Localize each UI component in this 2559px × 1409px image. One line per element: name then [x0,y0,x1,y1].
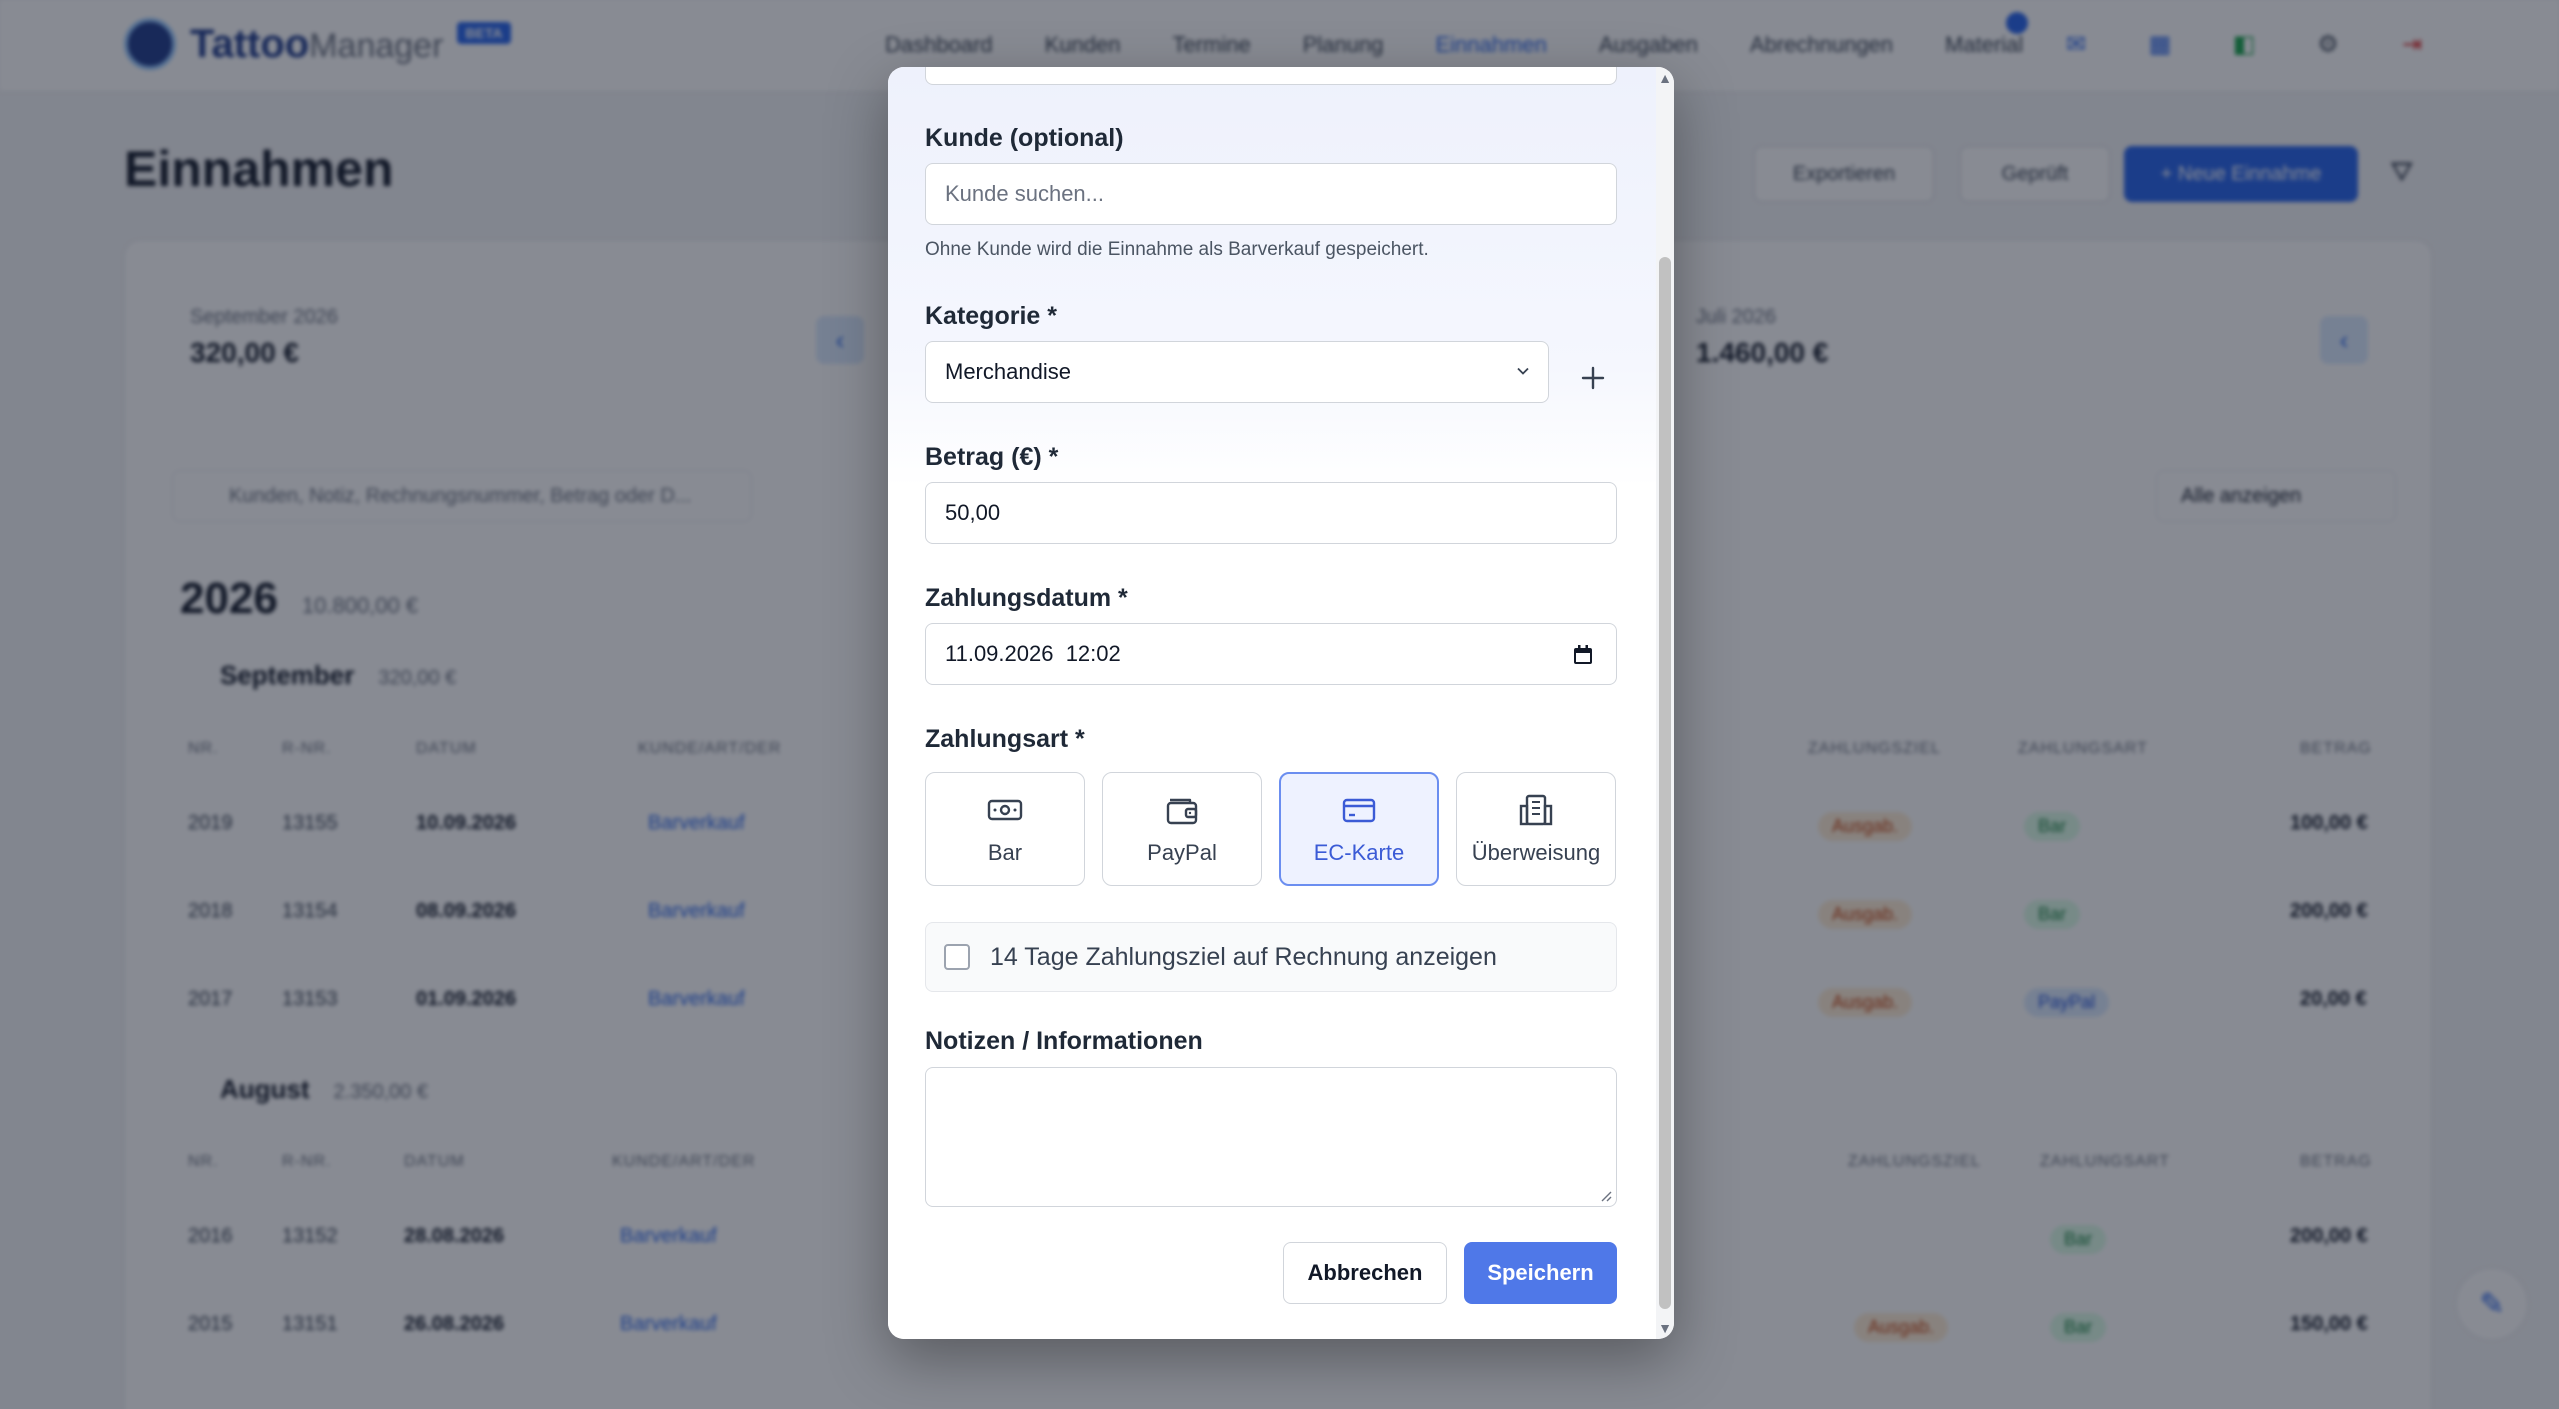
notes-label: Notizen / Informationen [925,1027,1203,1055]
bank-transfer-icon [1519,794,1553,826]
invoice-terms-row[interactable]: 14 Tage Zahlungsziel auf Rechnung anzeig… [925,922,1617,992]
cash-icon [987,799,1023,821]
scroll-up-icon[interactable]: ▲ [1658,71,1672,85]
payment-option-label: PayPal [1147,840,1217,865]
customer-help-text: Ohne Kunde wird die Einnahme als Barverk… [925,239,1429,260]
notes-textarea[interactable] [925,1067,1617,1207]
invoice-terms-label: 14 Tage Zahlungsziel auf Rechnung anzeig… [990,942,1497,971]
new-income-dialog: Kunde (optional) Kunde suchen... Ohne Ku… [888,67,1674,1339]
payment-date-input[interactable]: 11.09.2026 12:02 [925,623,1617,685]
customer-label: Kunde (optional) [925,124,1124,152]
invoice-terms-checkbox[interactable] [944,944,970,970]
amount-input[interactable]: 50,00 [925,482,1617,544]
scrollbar-thumb[interactable] [1659,257,1671,1309]
scroll-down-icon[interactable]: ▼ [1658,1321,1672,1335]
dialog-scrollbar[interactable]: ▲ ▼ [1656,67,1674,1339]
wallet-icon [1166,798,1198,825]
customer-search-input[interactable]: Kunde suchen... [925,163,1617,225]
save-button[interactable]: Speichern [1464,1242,1617,1304]
dialog-scroll-content: Kunde (optional) Kunde suchen... Ohne Ku… [888,67,1656,1339]
payment-date-value: 11.09.2026 12:02 [945,641,1121,666]
add-category-button[interactable] [1568,353,1618,403]
category-value: Merchandise [945,359,1071,384]
resize-handle-icon[interactable] [1598,1188,1612,1202]
payment-option-label: Bar [987,840,1023,865]
category-label: Kategorie * [925,302,1057,330]
payment-option-label: Überweisung [1471,840,1601,865]
category-select[interactable]: Merchandise [925,341,1549,403]
credit-card-icon [1342,798,1376,823]
cancel-button[interactable]: Abbrechen [1283,1242,1447,1304]
previous-field-stub [925,67,1617,85]
chevron-down-icon [1517,367,1529,375]
payment-method-label: Zahlungsart * [925,725,1085,753]
payment-option-bar[interactable]: Bar [925,772,1085,886]
payment-option-label: EC-Karte [1313,840,1405,865]
payment-option-ec-card[interactable]: EC-Karte [1279,772,1439,886]
payment-option-paypal[interactable]: PayPal [1102,772,1262,886]
payment-option-transfer[interactable]: Überweisung [1456,772,1616,886]
plus-icon [1581,366,1605,390]
calendar-icon[interactable] [1572,644,1594,666]
amount-label: Betrag (€) * [925,443,1059,471]
payment-date-label: Zahlungsdatum * [925,584,1128,612]
